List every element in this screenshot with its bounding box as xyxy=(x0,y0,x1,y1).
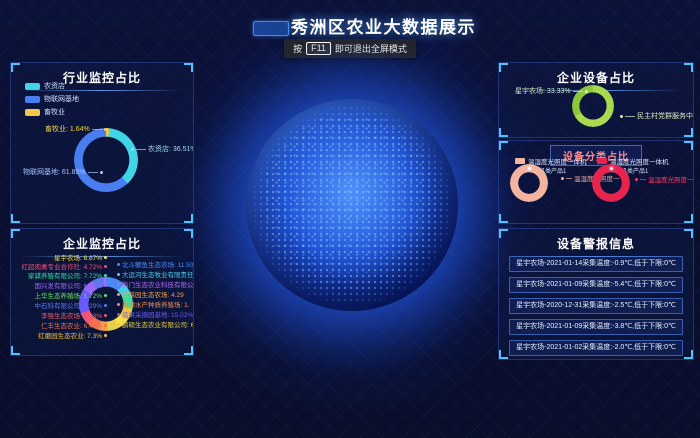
callout-xumuye: 畜牧业: 1.64% xyxy=(45,124,107,134)
ent-label-left: 红磨园生态农业: 7.3% xyxy=(38,330,107,340)
legend-item-nongzidian[interactable]: 农资店 xyxy=(25,81,79,91)
callout-nongzidian: 农资店: 36.51% xyxy=(131,144,194,154)
ent-label-left: 中石科有限公司: 7.29% xyxy=(34,300,107,310)
ent-label-right: 丰源水产种质养殖场: 1. xyxy=(117,299,190,309)
callout-xingyu-farm: 星宇农场: 33.33% xyxy=(515,86,588,96)
industry-legend: 农资店 物联网基地 畜牧业 xyxy=(25,81,79,117)
callout-minzhu-center: 民主村党群服务中心: xyxy=(620,111,694,121)
ent-label-right: 陶门生态农业科技有限公 xyxy=(117,279,194,289)
panel-enterprise-device: 企业设备占比 星宇农场: 33.33% 民主村党群服务中心: xyxy=(498,62,694,138)
legend-item-wulianwang[interactable]: 物联网基地 xyxy=(25,94,79,104)
legend-swatch xyxy=(515,158,525,164)
legend-swatch xyxy=(25,109,40,116)
legend-label: 畜牧业 xyxy=(44,107,65,117)
alarm-row: 星宇农场-2021-01-09采集温度:-5.4℃,低于下限:0℃ xyxy=(509,277,683,293)
panel-alarm-title: 设备警报信息 xyxy=(499,235,693,257)
ent-label-right: 北斗鳜鱼生态农场: 11.50% xyxy=(117,259,194,269)
globe-dot-map-layer2 xyxy=(260,113,444,297)
globe-visualization[interactable] xyxy=(246,99,458,311)
dashboard: 秀洲区农业大数据展示 按 F11 即可退出全屏模式 行业监控占比 农资店 物联网… xyxy=(0,0,700,438)
page-title: 秀洲区农业大数据展示 xyxy=(291,13,476,38)
alarm-list: 星宇农场-2021-01-14采集温度:-0.9℃,低于下限:0℃ 星宇农场-2… xyxy=(509,256,683,360)
alarm-row: 星宇农场-2021-01-14采集温度:-0.9℃,低于下限:0℃ xyxy=(509,256,683,272)
alarm-row: 星宇农场-2020-12-31采集温度:-2.5℃,低于下限:0℃ xyxy=(509,298,683,314)
ent-label-left: 仁丰生态农业: 6.44% xyxy=(41,320,107,330)
ent-label-right: 大运河生态牧业有限责任公 xyxy=(117,269,194,279)
brand-logo xyxy=(253,21,289,36)
ent-label-right: 鸿基园生态农场: 4.29 xyxy=(117,289,184,299)
marker-dot xyxy=(610,167,613,170)
alarm-row: 星宇农场-2021-01-02采集温度:-2.0℃,低于下限:0℃ xyxy=(509,340,683,356)
legend-label: 温湿度光照度一体机 xyxy=(528,156,587,166)
panel-enterprise-monitoring: 企业监控占比 星宇农场: 6.87% 红超肉禽专业合作社: 4.72% 家骐养殖… xyxy=(10,228,194,356)
legend-item-xumuye[interactable]: 畜牧业 xyxy=(25,107,79,117)
callout-wulianwang: 物联网基地: 61.85% xyxy=(23,167,103,177)
ent-label-left: 上华生态养殖场: 1.72% xyxy=(34,290,107,300)
panel-device-classification: 设备分类占比 温湿度光照度一体机 一体机类产品1 温湿度光照度一 温湿度光照度一… xyxy=(498,140,694,224)
ent-label-right: 鹏硕生态农业有限公司: 6.87 xyxy=(117,319,194,329)
legend-swatch xyxy=(25,83,40,90)
class-right-callout: 温湿度光照度一 xyxy=(635,174,694,184)
ent-label-left: 国兴发有限公司: 6.87% xyxy=(34,280,107,290)
ent-label-left: 李强生态农场: 3.43% xyxy=(41,310,107,320)
panel-device-alarms: 设备警报信息 星宇农场-2021-01-14采集温度:-0.9℃,低于下限:0℃… xyxy=(498,228,694,360)
alarm-row: 星宇农场-2021-01-09采集温度:-3.8℃,低于下限:0℃ xyxy=(509,319,683,335)
ent-label-left: 家骐养殖有限公司: 7.72% xyxy=(28,270,107,280)
panel-industry-monitoring: 行业监控占比 农资店 物联网基地 畜牧业 畜牧业: 1.64% 农资店: 36.… xyxy=(10,62,194,224)
industry-donut-chart[interactable] xyxy=(74,128,138,192)
legend-swatch xyxy=(25,96,40,103)
legend-label: 温湿度光照度一体机 xyxy=(610,156,669,166)
ent-label-right: 瓜果采摘园基地: 15.02% xyxy=(117,309,193,319)
legend-label: 农资店 xyxy=(44,81,65,91)
marker-dot xyxy=(528,167,531,170)
legend-label: 物联网基地 xyxy=(44,94,79,104)
legend-swatch xyxy=(597,158,607,164)
